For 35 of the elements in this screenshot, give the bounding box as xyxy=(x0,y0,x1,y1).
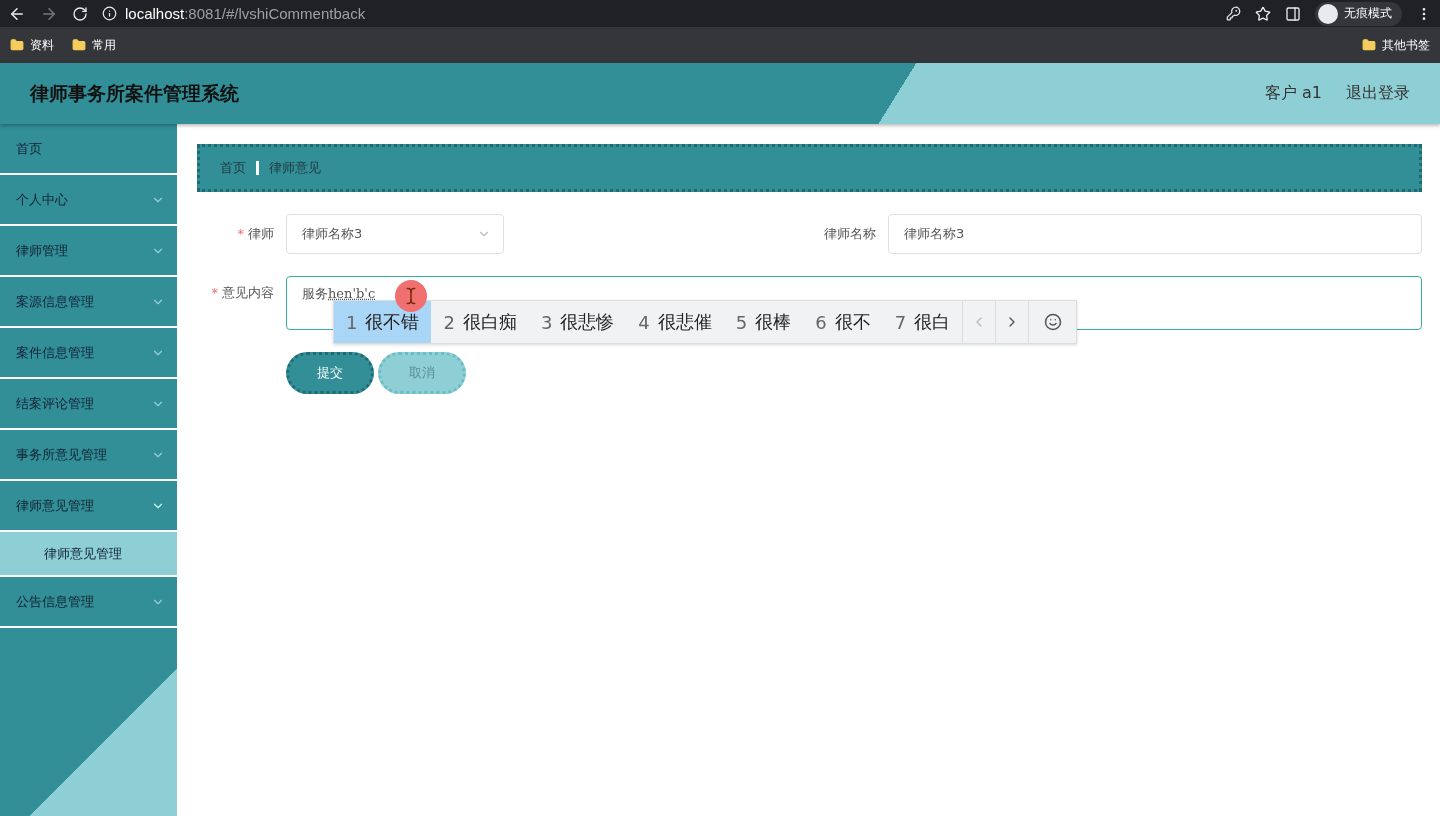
field-label: 律师名称 xyxy=(824,226,876,241)
sidebar-subitem[interactable]: 律师意见管理 xyxy=(0,532,177,577)
smiley-icon[interactable] xyxy=(1043,313,1062,331)
ime-candidate[interactable]: 6 很不 xyxy=(803,301,883,343)
profile-chip[interactable]: 无痕模式 xyxy=(1315,1,1402,26)
logout-link[interactable]: 退出登录 xyxy=(1346,83,1410,104)
lawyer-select[interactable]: 律师名称3 xyxy=(286,214,504,254)
user-name: 客户 a1 xyxy=(1264,83,1322,104)
ime-candidate[interactable]: 4 很悲催 xyxy=(626,301,724,343)
bookmark-link[interactable]: 其他书签 xyxy=(1382,36,1430,54)
field-label: 意见内容 xyxy=(222,285,274,300)
ime-candidate[interactable]: 7 很白 xyxy=(882,301,963,343)
required-mark: * xyxy=(237,226,244,241)
field-label: 律师 xyxy=(248,226,274,241)
cursor-highlight-icon xyxy=(395,280,427,312)
submit-button[interactable]: 提交 xyxy=(286,352,374,394)
side-panel-icon[interactable] xyxy=(1285,5,1301,22)
address-bar-url[interactable]: localhost:8081/#/lvshiCommentback xyxy=(125,4,366,23)
input-field[interactable]: 律师名称3 xyxy=(888,214,1422,254)
ime-candidate[interactable]: 3 很悲惨 xyxy=(528,301,627,343)
required-mark: * xyxy=(211,285,218,300)
key-icon[interactable] xyxy=(1226,6,1241,21)
ime-candidate[interactable]: 2 很白痴 xyxy=(431,301,529,343)
info-icon[interactable] xyxy=(102,6,117,21)
app-title: 律师事务所案件管理系统 xyxy=(30,80,240,106)
folder-icon xyxy=(10,38,24,52)
bookmark-link[interactable]: 资料 xyxy=(30,36,54,54)
ime-candidate[interactable]: 1 很不错 xyxy=(334,301,432,343)
reload-icon[interactable] xyxy=(72,5,88,22)
bookmark-link[interactable]: 常用 xyxy=(92,36,116,54)
star-icon[interactable] xyxy=(1255,5,1271,22)
avatar-icon xyxy=(1318,3,1338,24)
folder-icon xyxy=(1362,38,1376,52)
ime-candidate[interactable]: 5 很棒 xyxy=(723,301,804,343)
folder-icon xyxy=(72,38,86,52)
